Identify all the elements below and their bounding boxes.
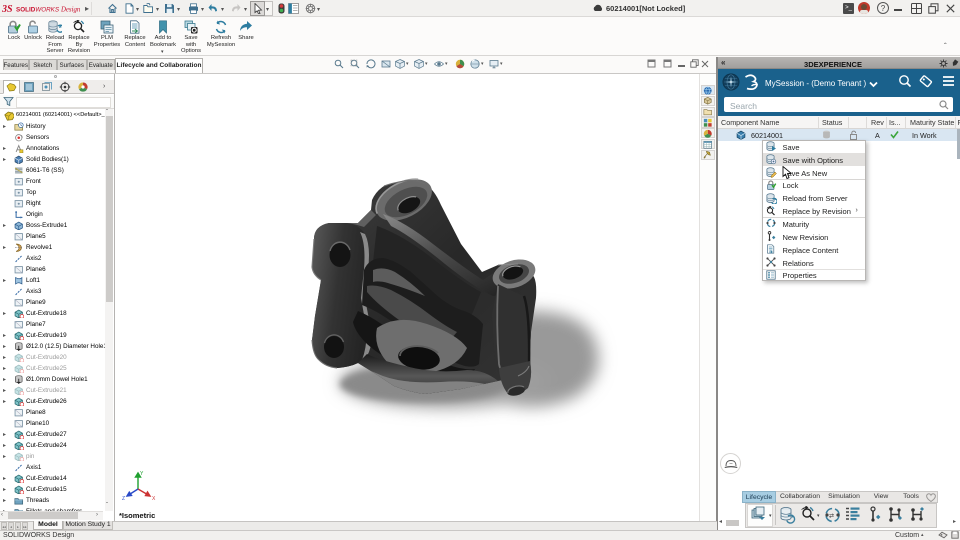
svg-text:X: X <box>152 496 156 502</box>
svg-text:SOLIDWORKS: SOLIDWORKS <box>16 7 60 14</box>
svg-text:Design: Design <box>60 7 81 14</box>
svg-text:Y: Y <box>140 471 144 477</box>
svg-text:Z: Z <box>122 496 125 502</box>
svg-text:⇄: ⇄ <box>829 513 834 520</box>
svg-text:3S: 3S <box>2 4 13 15</box>
